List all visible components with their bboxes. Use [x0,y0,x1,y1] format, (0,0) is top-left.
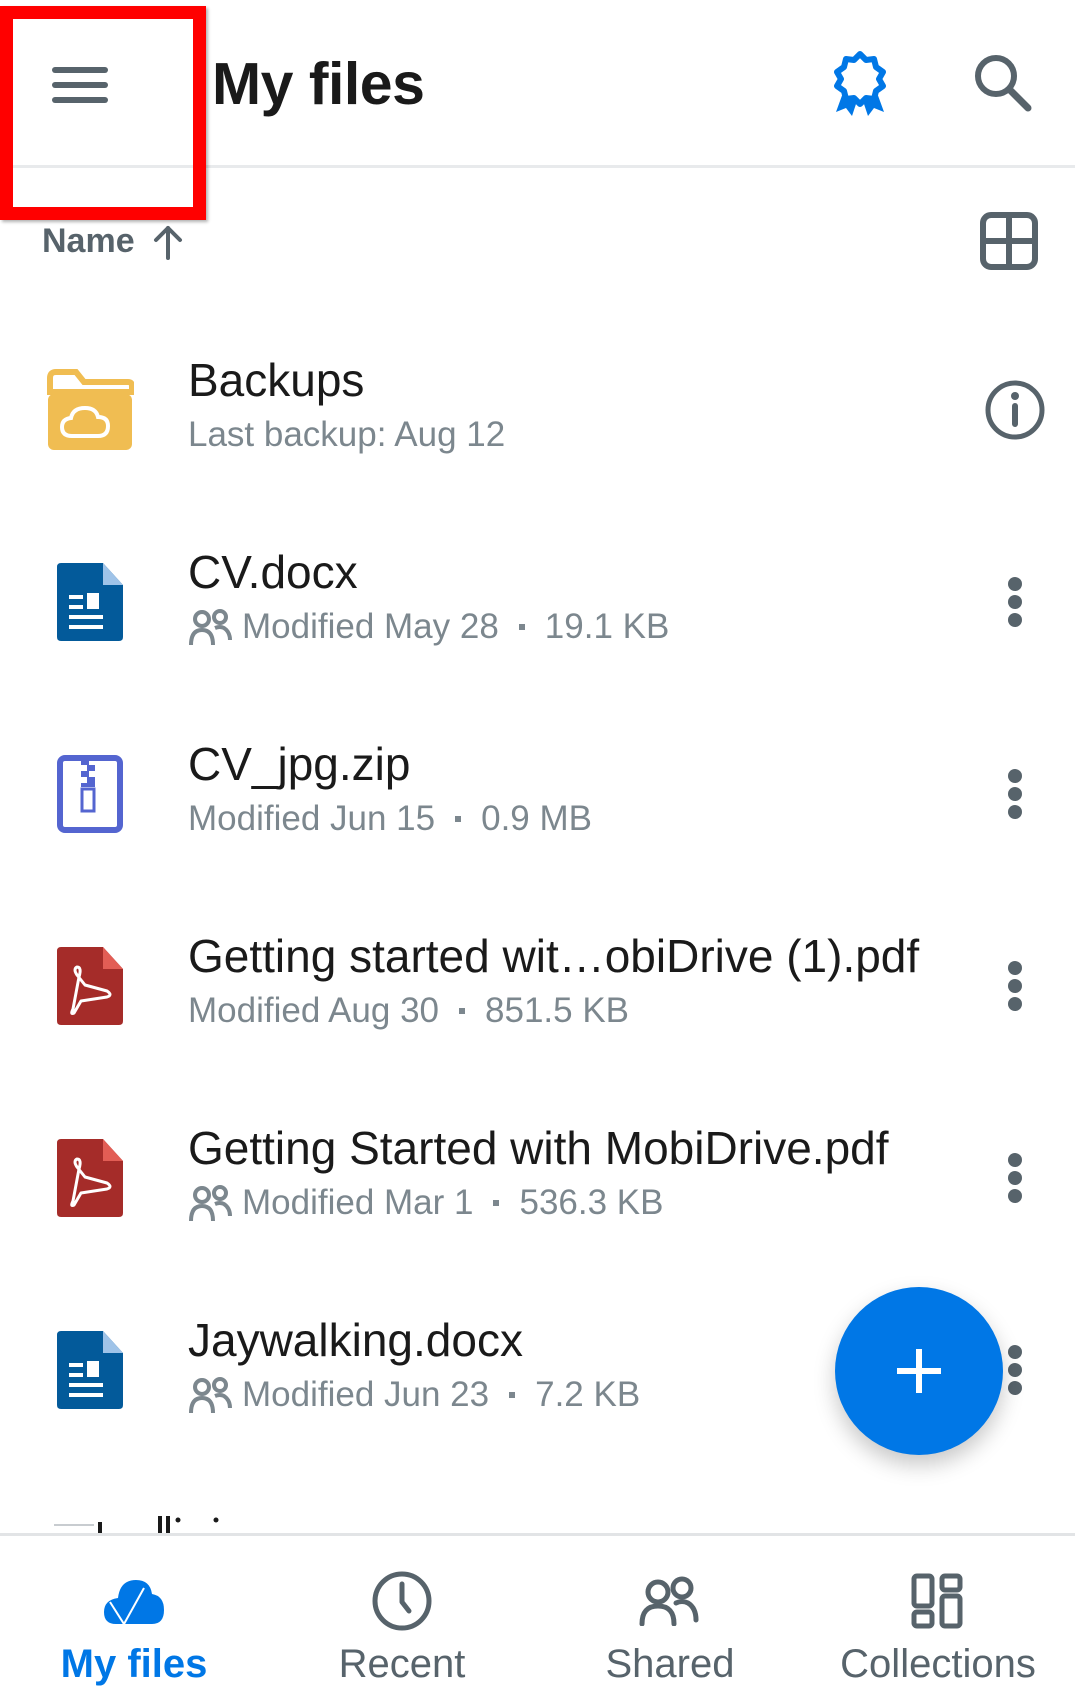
file-meta: Last backup: Aug 12 [188,415,505,455]
file-name: Jaywalking.docx [188,1314,523,1366]
separator-dot [518,624,525,630]
file-meta: Modified Aug 30 851.5 KB [188,991,629,1031]
list-item[interactable]: Backups Last backup: Aug 12 [0,315,1075,505]
search-button[interactable] [970,50,1036,116]
arrow-up-icon [153,225,182,260]
more-vertical-icon [1008,1345,1022,1395]
hamburger-menu-icon [52,67,108,103]
file-size: 851.5 KB [485,991,630,1030]
list-item[interactable]: Getting started wit…obiDrive (1).pdf Mod… [0,891,1075,1081]
add-button[interactable] [835,1287,1003,1455]
zip-file-icon [44,748,136,840]
file-name: Backups [188,354,365,406]
premium-button[interactable] [830,50,890,118]
backup-date: Last backup: Aug 12 [188,415,506,454]
award-ribbon-icon [834,51,886,116]
info-icon [985,380,1045,440]
more-vertical-icon [1008,1153,1022,1203]
more-options-button[interactable] [980,567,1050,637]
more-vertical-icon [1008,769,1022,819]
file-name: CV_jpg.zip [188,738,411,790]
partial-list-item [0,1508,1075,1533]
modified-date: Modified Aug 30 [188,991,440,1030]
file-name: CV.docx [188,546,358,598]
page-title: My files [212,51,425,117]
file-meta: Modified Jun 23 7.2 KB [188,1375,640,1415]
sort-bar: Name [0,200,1075,290]
separator-dot [493,1200,500,1206]
nav-label: Shared [605,1642,735,1686]
view-toggle-button[interactable] [980,212,1038,270]
people-icon [639,1576,699,1626]
plus-icon [897,1349,941,1393]
sort-by-name-button[interactable]: Name [42,222,183,261]
nav-recent[interactable]: Recent [268,1536,536,1702]
bottom-navigation: My files Recent Shared Collections [0,1533,1075,1702]
file-size: 7.2 KB [535,1375,641,1414]
cloud-icon [104,1580,164,1626]
nav-label: Collections [840,1642,1036,1686]
more-vertical-icon [1008,961,1022,1011]
clock-icon [372,1571,432,1631]
docx-file-icon [44,1324,136,1416]
file-size: 19.1 KB [544,607,670,646]
nav-my-files[interactable]: My files [0,1536,268,1702]
grid-view-icon [980,212,1038,270]
modified-date: Modified Jun 23 [242,1375,490,1414]
nav-label: Recent [338,1642,466,1686]
file-name: Getting Started with MobiDrive.pdf [188,1122,889,1174]
separator-dot [455,816,462,822]
file-meta: Modified Mar 1 536.3 KB [188,1183,663,1223]
menu-button[interactable] [30,40,130,130]
separator-dot [459,1008,466,1014]
pdf-file-icon [44,1132,136,1224]
file-name: Getting started wit…obiDrive (1).pdf [188,930,920,982]
file-meta: Modified May 28 19.1 KB [188,607,669,647]
list-item[interactable]: CV_jpg.zip Modified Jun 15 0.9 MB [0,699,1075,889]
nav-label: My files [60,1642,208,1686]
pdf-file-icon [44,940,136,1032]
more-options-button[interactable] [980,1143,1050,1213]
modified-date: Modified Jun 15 [188,799,436,838]
file-size: 0.9 MB [481,799,592,838]
search-icon [975,55,1032,112]
backup-folder-icon [44,364,136,456]
more-vertical-icon [1008,577,1022,627]
docx-file-icon [44,556,136,648]
shared-people-icon [189,1185,232,1222]
shared-people-icon [189,609,232,646]
modified-date: Modified Mar 1 [242,1183,474,1222]
app-header: My files [0,0,1075,168]
collections-icon [911,1573,963,1629]
shared-people-icon [189,1377,232,1414]
more-options-button[interactable] [980,951,1050,1021]
separator-dot [509,1392,516,1398]
sort-label: Name [42,222,135,260]
modified-date: Modified May 28 [242,607,499,646]
file-meta: Modified Jun 15 0.9 MB [188,799,592,839]
list-item[interactable]: CV.docx Modified May 28 19.1 KB [0,507,1075,697]
file-size: 536.3 KB [519,1183,664,1222]
nav-shared[interactable]: Shared [536,1536,804,1702]
nav-collections[interactable]: Collections [804,1536,1072,1702]
more-options-button[interactable] [980,759,1050,829]
list-item[interactable]: Getting Started with MobiDrive.pdf Modif… [0,1083,1075,1273]
info-button[interactable] [980,375,1050,445]
